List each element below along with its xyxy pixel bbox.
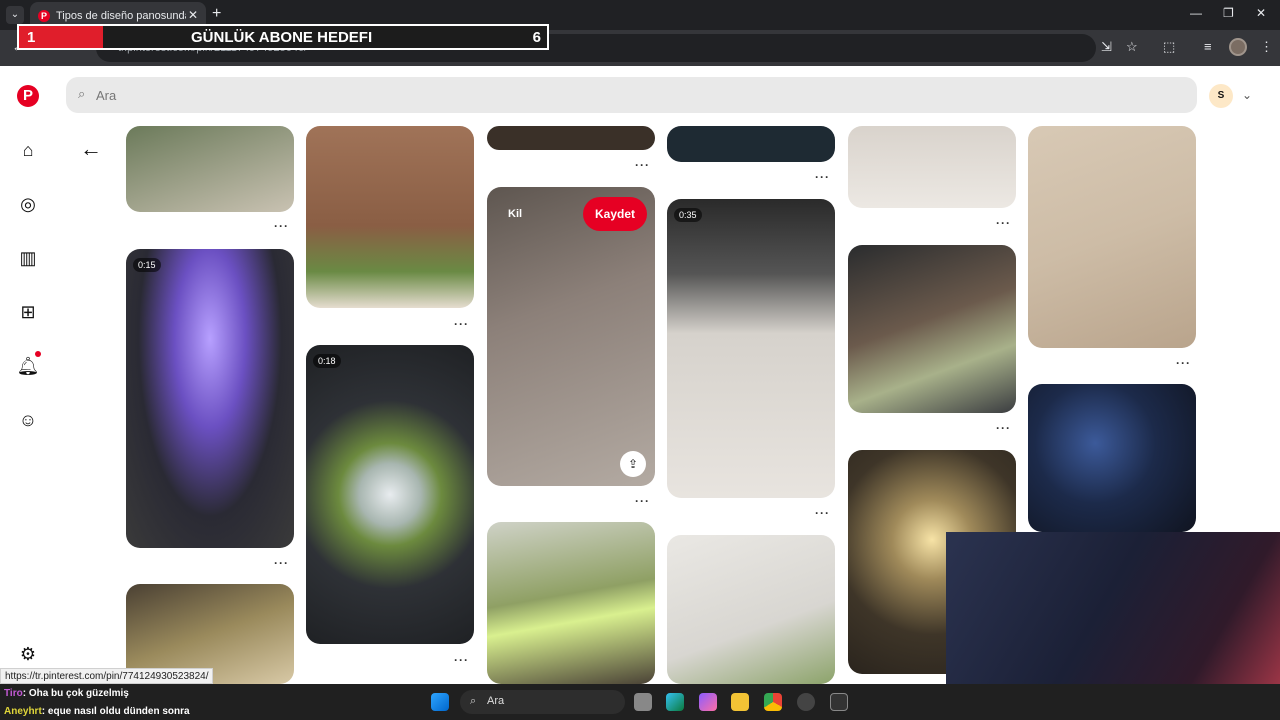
pin-card[interactable] (1028, 126, 1196, 348)
pin-card[interactable] (667, 535, 835, 684)
boards-grid-icon[interactable]: ▥ (14, 244, 42, 272)
pin-more-icon[interactable]: ··· (454, 653, 469, 667)
chat-username: Aneyhrt (4, 706, 42, 717)
share-icon[interactable]: ⇪ (620, 451, 646, 477)
pin-more-icon[interactable]: ··· (996, 216, 1011, 230)
video-duration-badge: 0:35 (674, 208, 702, 222)
pin-more-icon[interactable]: ··· (274, 556, 289, 570)
subscriber-goal-bar: 1 GÜNLÜK ABONE HEDEFI 6 (17, 24, 549, 50)
account-avatar[interactable]: S (1209, 84, 1233, 108)
chat-text: : eque nasıl oldu dünden sonra (41, 706, 190, 717)
windows-start-icon[interactable] (431, 693, 449, 711)
install-app-icon[interactable]: ⇲ (1101, 39, 1112, 55)
pin-card[interactable] (487, 522, 655, 684)
search-bar[interactable]: ⌕ (66, 77, 1197, 113)
back-arrow-icon[interactable]: ← (78, 137, 104, 163)
pin-card[interactable] (1028, 384, 1196, 532)
obs-icon[interactable] (797, 693, 815, 711)
terminal-icon[interactable] (830, 693, 848, 711)
browser-menu-icon[interactable]: ⋮ (1260, 39, 1273, 55)
notification-dot (35, 351, 41, 357)
goal-current: 1 (27, 29, 36, 46)
pin-card[interactable] (487, 126, 655, 150)
pin-more-icon[interactable]: ··· (635, 158, 650, 172)
pin-more-icon[interactable]: ··· (635, 494, 650, 508)
pin-card[interactable] (126, 126, 294, 212)
pin-more-icon[interactable]: ··· (815, 506, 830, 520)
minimize-icon[interactable]: — (1190, 6, 1202, 20)
pin-card[interactable] (848, 126, 1016, 208)
link-status-bar: https://tr.pinterest.com/pin/77412493052… (0, 668, 214, 684)
chevron-down-icon[interactable]: ⌄ (1242, 88, 1252, 102)
pin-card[interactable] (667, 126, 835, 162)
chat-message: Tiro: Oha bu çok güzelmiş (4, 688, 129, 699)
pin-card[interactable]: 0:15 (126, 249, 294, 548)
extensions-icon[interactable]: ⬚ (1163, 39, 1175, 55)
create-plus-icon[interactable]: ⊞ (14, 298, 42, 326)
pin-more-icon[interactable]: ··· (996, 421, 1011, 435)
video-duration-badge: 0:15 (133, 258, 161, 272)
restore-icon[interactable]: ❐ (1223, 6, 1234, 20)
pin-more-icon[interactable]: ··· (815, 170, 830, 184)
pinterest-favicon-icon: P (38, 10, 50, 22)
pin-card[interactable]: 0:35 (667, 199, 835, 498)
tab-title: Tipos de diseño panosundaki P (56, 10, 186, 22)
chat-username: Tiro (4, 688, 23, 699)
pinterest-sidebar: P ⌂ ◎ ▥ ⊞ 🔔︎ ☺ ⚙ (0, 66, 56, 686)
file-explorer-icon[interactable] (731, 693, 749, 711)
pin-more-icon[interactable]: ··· (454, 317, 469, 331)
taskbar-search[interactable]: ⌕ Ara (460, 690, 625, 714)
board-selector[interactable]: Kil (508, 208, 522, 220)
settings-gear-icon[interactable]: ⚙ (14, 640, 42, 668)
search-input[interactable] (94, 77, 1174, 113)
tab-close-icon[interactable]: ✕ (188, 8, 198, 22)
pin-card[interactable] (306, 126, 474, 308)
chrome-icon[interactable] (764, 693, 782, 711)
close-window-icon[interactable]: ✕ (1256, 6, 1266, 20)
pin-card[interactable] (848, 245, 1016, 413)
messages-icon[interactable]: ☺ (14, 406, 42, 434)
search-icon: ⌕ (78, 86, 86, 101)
pinterest-logo-icon[interactable]: P (17, 85, 39, 107)
windows-taskbar: ⌕ Ara (0, 684, 1280, 720)
new-tab-icon[interactable]: + (212, 6, 221, 22)
pin-card[interactable]: 0:18 (306, 345, 474, 644)
browser-profile-avatar[interactable] (1229, 38, 1247, 56)
chat-text: : Oha bu çok güzelmiş (22, 688, 129, 699)
tab-search-icon[interactable]: ⌄ (6, 6, 24, 24)
chat-message: Aneyhrt: eque nasıl oldu dünden sonra (4, 706, 190, 717)
home-icon[interactable]: ⌂ (14, 136, 42, 164)
pin-more-icon[interactable]: ··· (274, 219, 289, 233)
pin-more-icon[interactable]: ··· (1176, 356, 1191, 370)
explore-compass-icon[interactable]: ◎ (14, 190, 42, 218)
bookmark-star-icon[interactable]: ☆ (1126, 39, 1138, 55)
edge-icon[interactable] (666, 693, 684, 711)
media-control-icon[interactable]: ≡ (1204, 39, 1212, 54)
taskbar-search-label: Ara (487, 695, 505, 707)
save-button[interactable]: Kaydet (583, 197, 648, 231)
task-view-icon[interactable] (634, 693, 652, 711)
goal-target: 6 (532, 29, 541, 46)
goal-title: GÜNLÜK ABONE HEDEFI (191, 29, 373, 46)
copilot-icon[interactable] (699, 693, 717, 711)
search-icon: ⌕ (470, 695, 477, 707)
video-duration-badge: 0:18 (313, 354, 341, 368)
pin-card-hovered[interactable]: Kil Kaydet ⇪ (487, 187, 655, 486)
